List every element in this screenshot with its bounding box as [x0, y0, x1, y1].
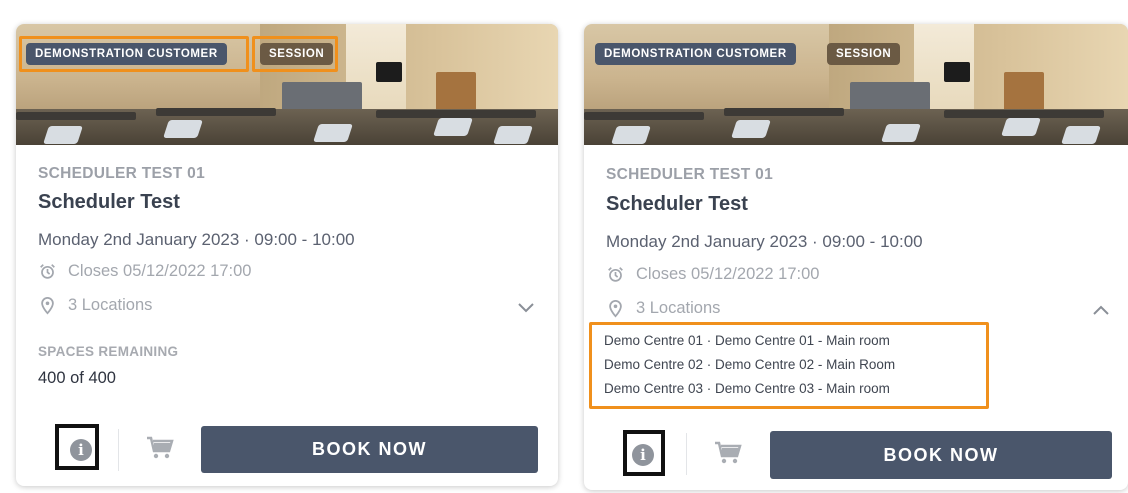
session-badge: SESSION [827, 43, 901, 65]
closes-text: Closes 05/12/2022 17:00 [636, 265, 820, 283]
shopping-cart-icon[interactable] [714, 441, 742, 465]
closes-row: Closes 05/12/2022 17:00 [606, 265, 819, 284]
customer-badge: DEMONSTRATION CUSTOMER [595, 43, 796, 65]
closes-row: Closes 05/12/2022 17:00 [38, 262, 251, 281]
highlight-box [55, 424, 99, 470]
locations-row[interactable]: 3 Locations [38, 296, 152, 315]
spaces-label: SPACES REMAINING [38, 344, 179, 359]
alarm-clock-icon [38, 263, 56, 281]
highlight-box [252, 36, 338, 72]
highlight-box [589, 322, 989, 409]
spaces-value: 400 of 400 [38, 369, 116, 387]
event-code: SCHEDULER TEST 01 [38, 165, 206, 182]
session-card-expanded: DEMONSTRATION CUSTOMER SESSION SCHEDULER… [584, 24, 1128, 490]
event-title: Scheduler Test [606, 193, 748, 215]
locations-count: 3 Locations [68, 296, 153, 314]
event-datetime: Monday 2nd January 2023 · 09:00 - 10:00 [38, 230, 355, 249]
locations-row[interactable]: 3 Locations [606, 299, 720, 318]
session-card-collapsed: DEMONSTRATION CUSTOMER SESSION SCHEDULER… [16, 24, 558, 486]
book-now-button[interactable]: BOOK NOW [770, 431, 1112, 479]
divider [118, 429, 119, 471]
event-title: Scheduler Test [38, 191, 180, 213]
map-pin-icon [38, 296, 56, 315]
chevron-up-icon[interactable] [1090, 299, 1112, 321]
chevron-down-icon[interactable] [515, 296, 537, 318]
shopping-cart-icon[interactable] [146, 436, 174, 460]
divider [686, 433, 687, 475]
event-code: SCHEDULER TEST 01 [606, 166, 774, 183]
book-now-button[interactable]: BOOK NOW [201, 426, 538, 473]
map-pin-icon [606, 299, 624, 318]
highlight-box [19, 36, 249, 72]
closes-text: Closes 05/12/2022 17:00 [68, 262, 252, 280]
locations-count: 3 Locations [636, 299, 721, 317]
highlight-box [623, 430, 665, 476]
alarm-clock-icon [606, 266, 624, 284]
event-datetime: Monday 2nd January 2023 · 09:00 - 10:00 [606, 232, 923, 251]
